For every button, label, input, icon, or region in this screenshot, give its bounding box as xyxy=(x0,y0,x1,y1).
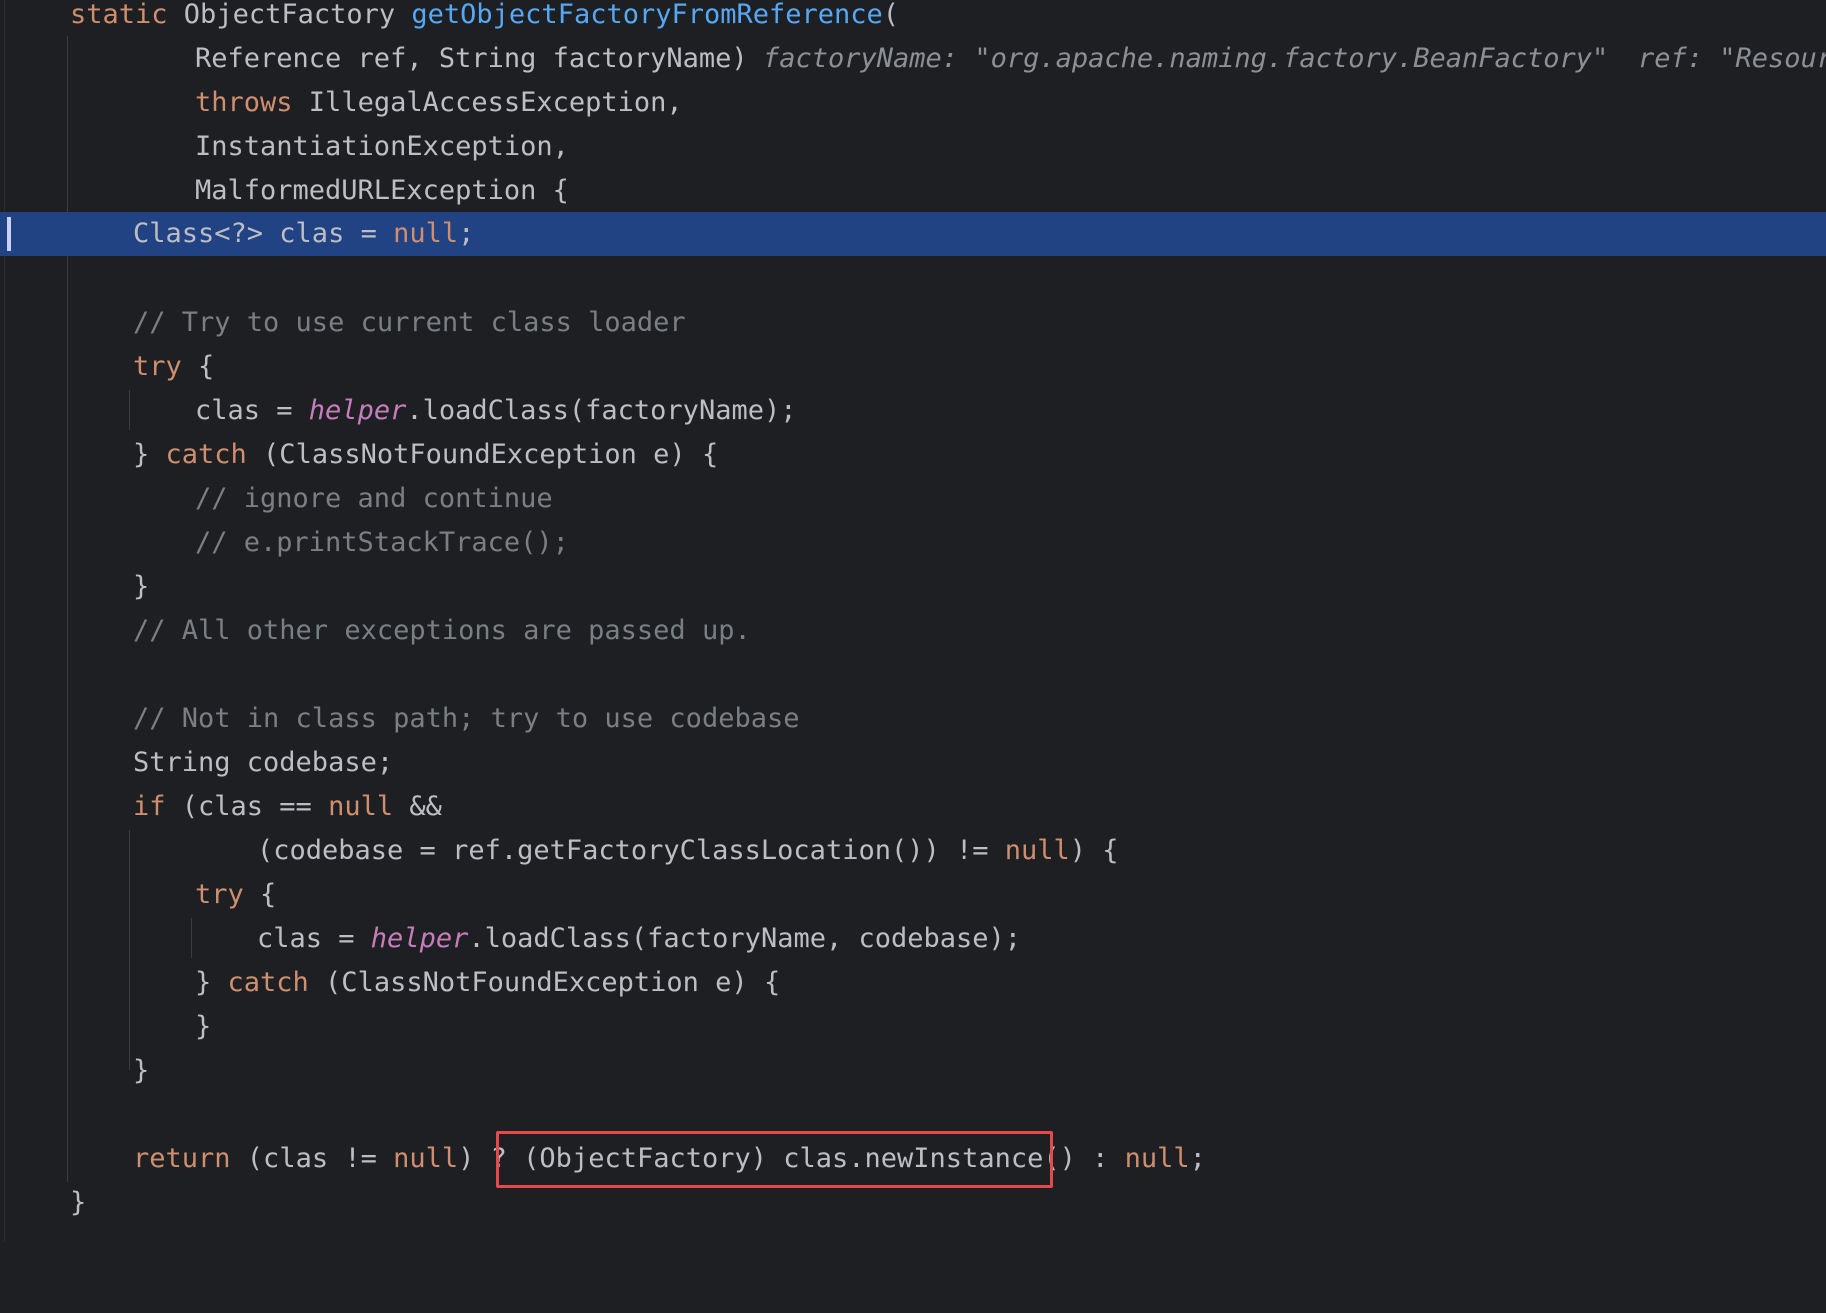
code-line-5: MalformedURLException { xyxy=(0,169,1826,213)
codebase-declaration: String codebase; xyxy=(133,747,394,778)
code-line-3: throws IllegalAccessException, xyxy=(0,81,1826,125)
keyword-try: try xyxy=(133,351,182,382)
code-line-24: } xyxy=(0,1005,1826,1049)
keyword-try: try xyxy=(195,879,244,910)
clas-declaration: Class<?> clas = xyxy=(133,218,394,249)
comment: // Not in class path; try to use codebas… xyxy=(133,703,800,734)
close-brace: } xyxy=(133,439,166,470)
semicolon: ; xyxy=(1189,1143,1206,1174)
code-line-15: // All other exceptions are passed up. xyxy=(0,609,1826,653)
code-line-9: try { xyxy=(0,345,1826,389)
method-params: Reference ref, String factoryName) xyxy=(195,43,748,74)
comment: // ignore and continue xyxy=(195,483,553,514)
open-brace: ) { xyxy=(1069,835,1119,866)
field-helper: helper xyxy=(370,923,469,954)
code-line-10: clas = helper.loadClass(factoryName); xyxy=(0,389,1826,433)
close-brace: } xyxy=(195,1011,212,1042)
condition: (clas == xyxy=(165,791,329,822)
code-line-12: // ignore and continue xyxy=(0,477,1826,521)
open-brace: { xyxy=(243,879,277,910)
catch-clause: (ClassNotFoundException e) { xyxy=(308,967,781,998)
ternary-colon: : xyxy=(1075,1143,1125,1174)
text-caret xyxy=(7,217,11,251)
code-line-17: // Not in class path; try to use codebas… xyxy=(0,697,1826,741)
load-class-call: .loadClass(factoryName); xyxy=(406,395,797,426)
keyword-throws: throws xyxy=(195,87,293,118)
assignment: clas = xyxy=(257,923,371,954)
assignment: clas = xyxy=(195,395,309,426)
open-paren: ( xyxy=(882,0,900,30)
inline-hint-factory-name: factoryName: "org.apache.naming.factory.… xyxy=(763,43,1609,74)
code-line-23: } catch (ClassNotFoundException e) { xyxy=(0,961,1826,1005)
catch-clause: (ClassNotFoundException e) { xyxy=(246,439,719,470)
code-line-2: Reference ref, String factoryName) facto… xyxy=(0,37,1826,81)
keyword-null: null xyxy=(1124,1143,1190,1174)
field-helper: helper xyxy=(308,395,407,426)
exception-1: IllegalAccessException, xyxy=(292,87,683,118)
code-line-1: static ObjectFactory getObjectFactoryFro… xyxy=(0,0,1826,37)
open-brace: { xyxy=(181,351,215,382)
code-line-25: } xyxy=(0,1049,1826,1093)
keyword-null: null xyxy=(328,791,394,822)
close-brace: } xyxy=(195,967,228,998)
keyword-null: null xyxy=(393,218,459,249)
return-type: ObjectFactory xyxy=(167,0,412,30)
comment: // Try to use current class loader xyxy=(133,307,686,338)
load-class-call: .loadClass(factoryName, codebase); xyxy=(468,923,1022,954)
method-name: getObjectFactoryFromReference xyxy=(411,0,883,30)
current-line-highlight: Class<?> clas = null; xyxy=(0,212,1826,256)
keyword-catch: catch xyxy=(227,967,309,998)
code-line-19: if (clas == null && xyxy=(0,785,1826,829)
exception-3: MalformedURLException { xyxy=(195,175,569,206)
code-line-8: // Try to use current class loader xyxy=(0,301,1826,345)
ternary-condition: (clas != xyxy=(230,1143,394,1174)
keyword-catch: catch xyxy=(165,439,247,470)
keyword-return: return xyxy=(133,1143,231,1174)
close-brace: } xyxy=(70,1187,87,1218)
semicolon: ; xyxy=(458,218,475,249)
code-line-22: clas = helper.loadClass(factoryName, cod… xyxy=(0,917,1826,961)
comment: // e.printStackTrace(); xyxy=(195,527,569,558)
code-line-4: InstantiationException, xyxy=(0,125,1826,169)
keyword-static: static xyxy=(70,0,168,30)
code-editor[interactable]: static ObjectFactory getObjectFactoryFro… xyxy=(0,0,1826,1242)
code-line-14: } xyxy=(0,565,1826,609)
comment: // All other exceptions are passed up. xyxy=(133,615,751,646)
code-line-20: (codebase = ref.getFactoryClassLocation(… xyxy=(0,829,1826,873)
code-line-28: } xyxy=(0,1181,1826,1225)
keyword-null: null xyxy=(1004,835,1070,866)
keyword-null: null xyxy=(393,1143,459,1174)
keyword-if: if xyxy=(133,791,166,822)
code-line-21: try { xyxy=(0,873,1826,917)
close-brace: } xyxy=(133,571,150,602)
exception-2: InstantiationException, xyxy=(195,131,569,162)
code-line-18: String codebase; xyxy=(0,741,1826,785)
logical-and: && xyxy=(393,791,442,822)
close-brace: } xyxy=(133,1055,150,1086)
codebase-assignment: (codebase = ref.getFactoryClassLocation(… xyxy=(257,835,1005,866)
red-highlight-box xyxy=(496,1131,1053,1188)
inline-hint-ref: ref: "Resour xyxy=(1638,43,1826,74)
code-line-11: } catch (ClassNotFoundException e) { xyxy=(0,433,1826,477)
code-line-13: // e.printStackTrace(); xyxy=(0,521,1826,565)
